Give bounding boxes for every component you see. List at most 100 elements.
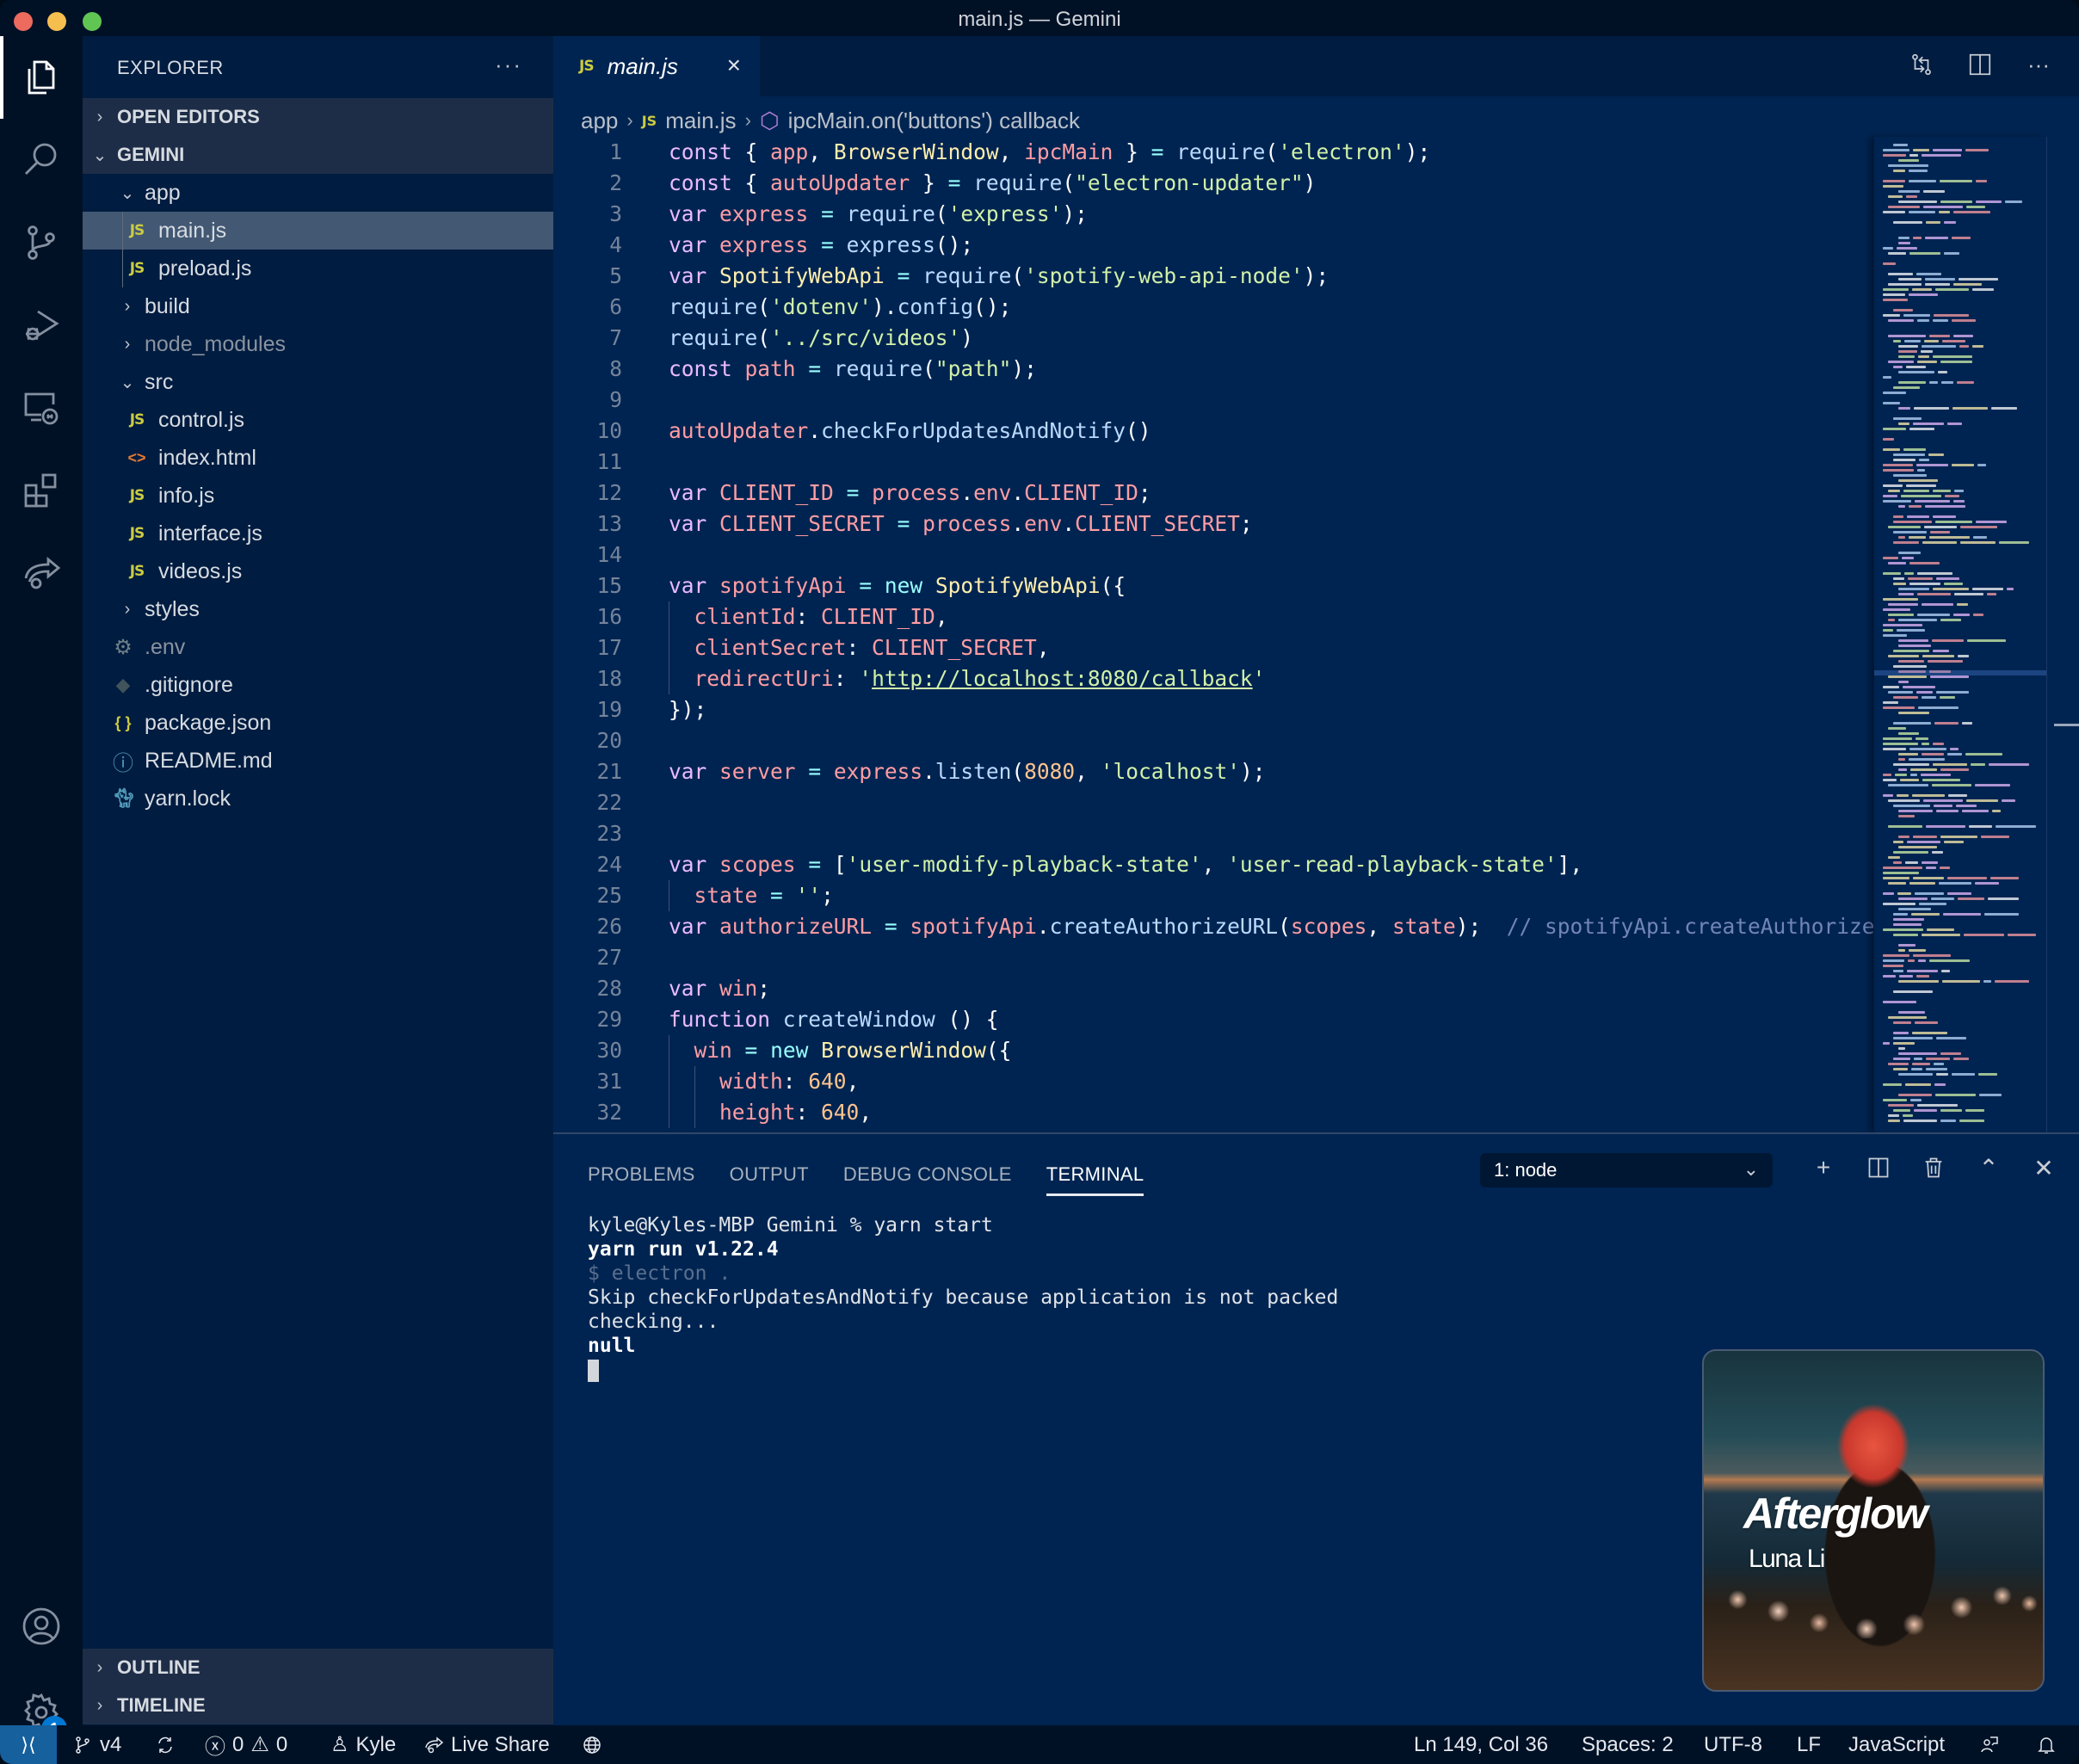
section-workspace[interactable]: ⌄ GEMINI	[83, 136, 553, 174]
section-outline[interactable]: › OUTLINE	[83, 1649, 553, 1687]
tree-folder-src[interactable]: ⌄ src	[83, 363, 553, 401]
tree-file-videos-js[interactable]: JS videos.js	[83, 552, 553, 590]
tree-folder-build[interactable]: › build	[83, 287, 553, 325]
activity-source-control[interactable]	[0, 201, 83, 284]
minimap-line	[1898, 846, 1937, 848]
tree-file-yarn-lock[interactable]: 🐈︎ yarn.lock	[83, 780, 553, 817]
close-panel-button[interactable]: ✕	[2029, 1151, 2058, 1184]
tab-main-js[interactable]: JS main.js ×	[553, 36, 760, 96]
code-line[interactable]: 31 width: 640,	[553, 1066, 1874, 1097]
code-line[interactable]: 6 require('dotenv').config();	[553, 292, 1874, 323]
section-timeline[interactable]: › TIMELINE	[83, 1687, 553, 1724]
activity-explorer[interactable]	[0, 36, 83, 119]
tree-file-info-js[interactable]: JS info.js	[83, 477, 553, 515]
sync-button[interactable]	[155, 1725, 176, 1764]
code-line[interactable]: 32 height: 640,	[553, 1097, 1874, 1128]
activity-search[interactable]	[0, 119, 83, 201]
code-line[interactable]: 16 clientId: CLIENT_ID,	[553, 601, 1874, 632]
code-editor[interactable]: 1 const { app, BrowserWindow, ipcMain } =…	[553, 137, 1874, 1132]
code-line[interactable]: 15 var spotifyApi = new SpotifyWebApi({	[553, 571, 1874, 601]
code-line[interactable]: 17 clientSecret: CLIENT_SECRET,	[553, 632, 1874, 663]
terminal-output[interactable]: kyle@Kyles-MBP Gemini % yarn start yarn r…	[588, 1213, 1338, 1382]
tree-file-gitignore[interactable]: ◆ .gitignore	[83, 666, 553, 704]
tree-file-env[interactable]: ⚙ .env	[83, 628, 553, 666]
open-changes-button[interactable]	[1907, 50, 1936, 79]
notifications-button[interactable]	[2036, 1725, 2057, 1764]
encoding[interactable]: UTF-8	[1704, 1725, 1762, 1764]
code-line[interactable]: 2 const { autoUpdater } = require("electr…	[553, 168, 1874, 199]
code-line[interactable]: 29 function createWindow () {	[553, 1004, 1874, 1035]
remote-indicator[interactable]: ⟩⟨	[0, 1725, 57, 1764]
tree-folder-app[interactable]: ⌄ app	[83, 174, 553, 212]
tree-file-readme[interactable]: ⓘ README.md	[83, 742, 553, 780]
code-line[interactable]: 1 const { app, BrowserWindow, ipcMain } =…	[553, 137, 1874, 168]
problems-indicator[interactable]: ⓧ 0 ⚠ 0	[205, 1725, 287, 1764]
activity-run-debug[interactable]	[0, 284, 83, 367]
now-playing-album-art[interactable]: Afterglow Luna Li	[1702, 1349, 2045, 1692]
code-line[interactable]: 9	[553, 385, 1874, 416]
breadcrumb-symbol[interactable]: ipcMain.on('buttons') callback	[788, 108, 1080, 134]
code-line[interactable]: 14	[553, 540, 1874, 571]
code-line[interactable]: 11	[553, 447, 1874, 478]
cursor-position[interactable]: Ln 149, Col 36	[1414, 1725, 1548, 1764]
code-line[interactable]: 25 state = '';	[553, 880, 1874, 911]
live-share-button[interactable]: Live Share	[423, 1725, 550, 1764]
split-terminal-button[interactable]	[1864, 1151, 1893, 1184]
minimap[interactable]	[1874, 137, 2046, 1132]
tree-file-package-json[interactable]: { } package.json	[83, 704, 553, 742]
user-indicator[interactable]: ♙ Kyle	[330, 1725, 396, 1764]
activity-extensions[interactable]	[0, 449, 83, 532]
close-tab-icon[interactable]: ×	[727, 52, 741, 79]
code-line[interactable]: 3 var express = require('express');	[553, 199, 1874, 230]
editor-scrollbar[interactable]	[2046, 137, 2079, 1132]
code-line[interactable]: 22	[553, 787, 1874, 818]
activity-remote-explorer[interactable]	[0, 367, 83, 449]
tree-file-index-html[interactable]: <> index.html	[83, 439, 553, 477]
feedback-button[interactable]	[1979, 1725, 2000, 1764]
terminal-select[interactable]: 1: node ⌄	[1480, 1153, 1773, 1187]
code-line[interactable]: 24 var scopes = ['user-modify-playback-st…	[553, 849, 1874, 880]
language-mode[interactable]: JavaScript	[1848, 1725, 1945, 1764]
indentation[interactable]: Spaces: 2	[1582, 1725, 1674, 1764]
code-line[interactable]: 5 var SpotifyWebApi = require('spotify-we…	[553, 261, 1874, 292]
tree-file-control-js[interactable]: JS control.js	[83, 401, 553, 439]
code-line[interactable]: 10 autoUpdater.checkForUpdatesAndNotify()	[553, 416, 1874, 447]
split-editor-button[interactable]	[1965, 50, 1995, 79]
tree-folder-styles[interactable]: › styles	[83, 590, 553, 628]
code-line[interactable]: 30 win = new BrowserWindow({	[553, 1035, 1874, 1066]
code-line[interactable]: 21 var server = express.listen(8080, 'loc…	[553, 756, 1874, 787]
code-line[interactable]: 27	[553, 942, 1874, 973]
more-actions-button[interactable]: ···	[495, 52, 522, 78]
tab-debug-console[interactable]: DEBUG CONSOLE	[843, 1163, 1012, 1196]
breadcrumb-file[interactable]: main.js	[665, 108, 736, 134]
tree-file-preload-js[interactable]: JS preload.js	[83, 250, 553, 287]
kill-terminal-button[interactable]	[1919, 1151, 1948, 1184]
code-line[interactable]: 23	[553, 818, 1874, 849]
section-open-editors[interactable]: › OPEN EDITORS	[83, 98, 553, 136]
more-editor-actions-button[interactable]: ···	[2024, 50, 2053, 79]
code-line[interactable]: 13 var CLIENT_SECRET = process.env.CLIENT…	[553, 509, 1874, 540]
code-line[interactable]: 8 const path = require("path");	[553, 354, 1874, 385]
tab-output[interactable]: OUTPUT	[730, 1163, 809, 1196]
globe-button[interactable]	[582, 1725, 602, 1764]
code-line[interactable]: 7 require('../src/videos')	[553, 323, 1874, 354]
code-line[interactable]: 28 var win;	[553, 973, 1874, 1004]
code-line[interactable]: 18 redirectUri: 'http://localhost:8080/c…	[553, 663, 1874, 694]
activity-accounts[interactable]	[0, 1585, 83, 1668]
code-line[interactable]: 12 var CLIENT_ID = process.env.CLIENT_ID;	[553, 478, 1874, 509]
tree-file-interface-js[interactable]: JS interface.js	[83, 515, 553, 552]
breadcrumb-folder[interactable]: app	[581, 108, 618, 134]
tree-folder-node-modules[interactable]: › node_modules	[83, 325, 553, 363]
tab-terminal[interactable]: TERMINAL	[1046, 1163, 1144, 1196]
new-terminal-button[interactable]: +	[1809, 1151, 1838, 1184]
code-line[interactable]: 26 var authorizeURL = spotifyApi.createAu…	[553, 911, 1874, 942]
code-line[interactable]: 4 var express = express();	[553, 230, 1874, 261]
tab-problems[interactable]: PROBLEMS	[588, 1163, 695, 1196]
maximize-panel-button[interactable]: ⌃	[1974, 1151, 2003, 1184]
git-branch[interactable]: v4	[72, 1725, 121, 1764]
end-of-line[interactable]: LF	[1797, 1725, 1821, 1764]
tree-file-main-js[interactable]: JS main.js	[83, 212, 553, 250]
code-line[interactable]: 20	[553, 725, 1874, 756]
code-line[interactable]: 19});	[553, 694, 1874, 725]
activity-live-share[interactable]	[0, 532, 83, 614]
